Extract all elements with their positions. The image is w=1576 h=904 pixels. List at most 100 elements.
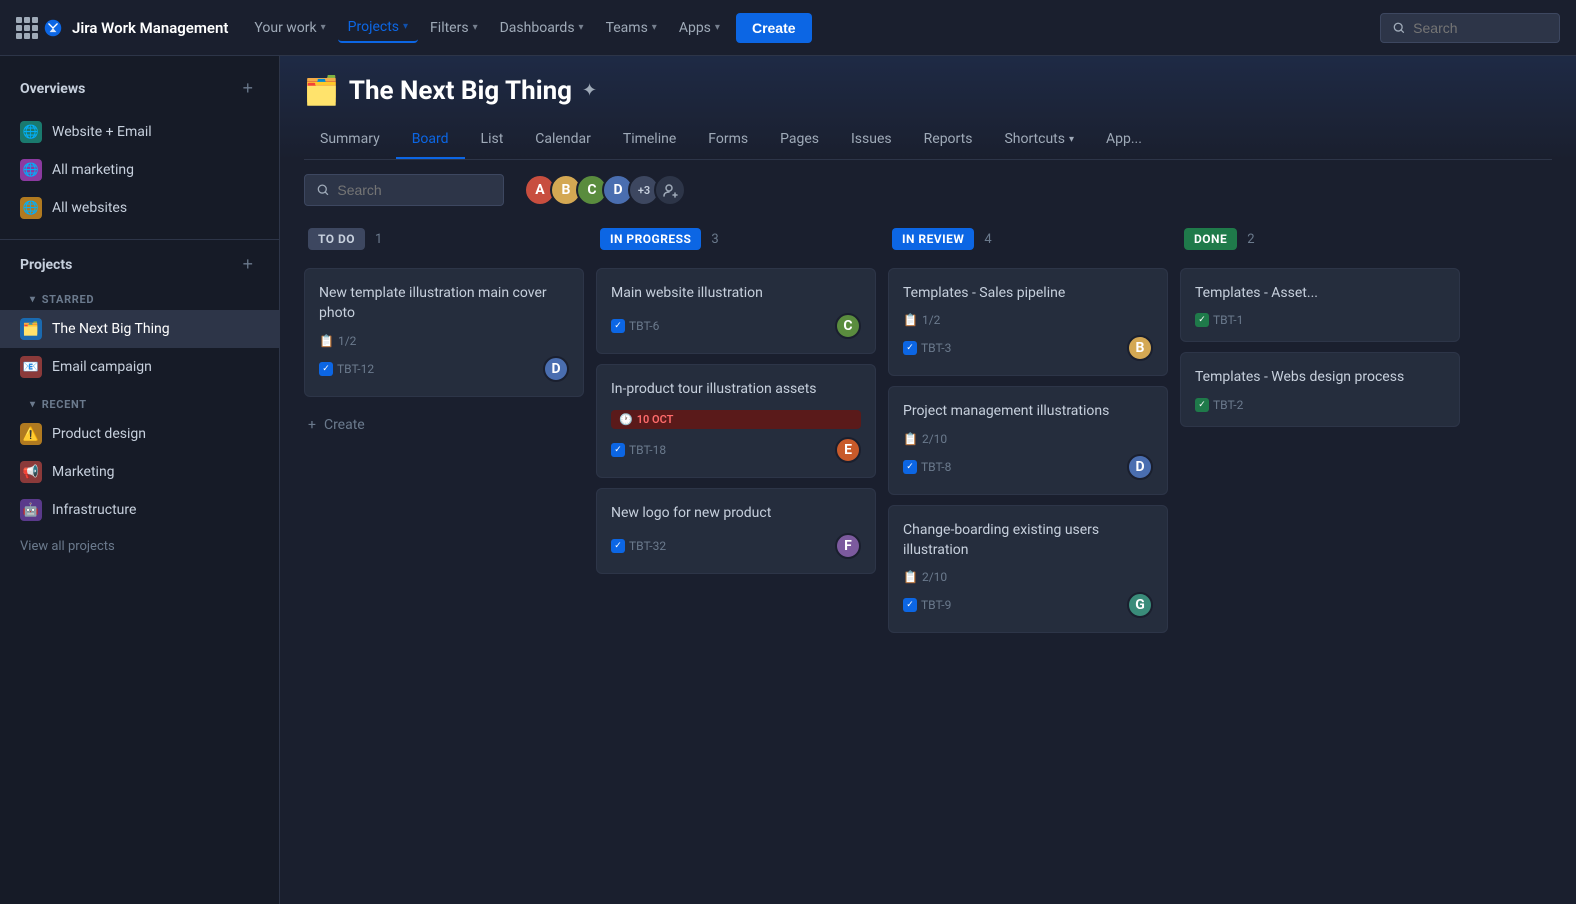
check-icon: ✓ [903,341,917,355]
card-meta: ✓ TBT-32 F [611,533,861,559]
app-logo[interactable]: Jira Work Management [42,17,228,39]
star-icon[interactable]: ✦ [582,80,597,101]
sidebar-item-infrastructure[interactable]: 🤖 Infrastructure [0,491,279,529]
card-id: ✓ TBT-1 [1195,313,1243,327]
card-tbt12[interactable]: New template illustration main cover pho… [304,268,584,397]
add-member-button[interactable] [654,174,686,206]
tab-summary[interactable]: Summary [304,121,396,159]
card-tbt6[interactable]: Main website illustration ✓ TBT-6 C [596,268,876,354]
sidebar-item-website-email[interactable]: 🌐 Website + Email [0,113,279,151]
tab-forms[interactable]: Forms [692,121,764,159]
nav-projects[interactable]: Projects ▾ [338,13,418,43]
card-avatar: G [1127,592,1153,618]
board-search[interactable] [304,174,504,206]
card-tbt18[interactable]: In-product tour illustration assets 🕐 10… [596,364,876,477]
board: TO DO 1 New template illustration main c… [280,220,1576,904]
column-inprogress: IN PROGRESS 3 Main website illustration … [596,220,876,574]
chevron-down-icon: ▾ [30,294,36,305]
marketing-icon: 📢 [20,461,42,483]
tab-timeline[interactable]: Timeline [607,121,692,159]
grid-icon[interactable] [16,17,38,39]
sidebar-divider [0,239,279,240]
sidebar-item-all-marketing[interactable]: 🌐 All marketing [0,151,279,189]
card-tbt-sales[interactable]: Templates - Sales pipeline 📋 1/2 ✓ TBT-3… [888,268,1168,376]
card-meta: ✓ TBT-3 B [903,335,1153,361]
card-meta: ✓ TBT-1 [1195,313,1445,327]
doc-icon: 📋 [903,570,918,584]
card-meta: ✓ TBT-9 G [903,592,1153,618]
infrastructure-icon: 🤖 [20,499,42,521]
all-marketing-icon: 🌐 [20,159,42,181]
column-inreview-header: IN REVIEW 4 [888,220,1168,258]
sidebar-item-email-campaign[interactable]: 📧 Email campaign [0,348,279,386]
chevron-down-icon: ▾ [473,22,478,33]
card-id: ✓ TBT-6 [611,319,659,333]
sidebar-item-product-design[interactable]: ⚠️ Product design [0,415,279,453]
card-avatar: F [835,533,861,559]
card-avatar: C [835,313,861,339]
inprogress-badge: IN PROGRESS [600,228,701,250]
sidebar-item-next-big-thing[interactable]: 🗂️ The Next Big Thing [0,310,279,348]
add-overview-button[interactable]: + [236,76,259,101]
inreview-badge: IN REVIEW [892,228,974,250]
chevron-down-icon: ▾ [321,22,326,33]
board-search-input[interactable] [337,182,491,198]
card-meta: ✓ TBT-12 D [319,356,569,382]
create-button[interactable]: Create [736,13,812,43]
card-tbt32[interactable]: New logo for new product ✓ TBT-32 F [596,488,876,574]
global-search[interactable] [1380,13,1560,43]
card-id: ✓ TBT-8 [903,460,951,474]
check-icon: ✓ [1195,398,1209,412]
chevron-down-icon: ▾ [1069,134,1074,145]
card-tbt1-asset[interactable]: Templates - Asset... ✓ TBT-1 [1180,268,1460,342]
card-tbt8[interactable]: Project management illustrations 📋 2/10 … [888,386,1168,494]
card-meta: ✓ TBT-2 [1195,398,1445,412]
nav-your-work[interactable]: Your work ▾ [244,14,335,42]
column-done-header: DONE 2 [1180,220,1460,258]
topnav: Jira Work Management Your work ▾ Project… [0,0,1576,56]
tab-list[interactable]: List [465,121,520,159]
card-tbt2[interactable]: Templates - Webs design process ✓ TBT-2 [1180,352,1460,426]
inreview-count: 4 [984,232,991,247]
card-progress: 📋 1/2 [903,313,1153,327]
column-inprogress-header: IN PROGRESS 3 [596,220,876,258]
sidebar-item-all-websites[interactable]: 🌐 All websites [0,189,279,227]
search-input[interactable] [1413,20,1547,36]
doc-icon: 📋 [903,432,918,446]
card-meta: ✓ TBT-18 E [611,437,861,463]
sidebar: Overviews + 🌐 Website + Email 🌐 All mark… [0,56,280,904]
add-project-button[interactable]: + [236,252,259,277]
nav-dashboards[interactable]: Dashboards ▾ [490,14,594,42]
column-done: DONE 2 Templates - Asset... ✓ TBT-1 Te [1180,220,1460,427]
nav-teams[interactable]: Teams ▾ [596,14,667,42]
card-id: ✓ TBT-32 [611,539,666,553]
tab-pages[interactable]: Pages [764,121,835,159]
project-header: 🗂️ The Next Big Thing ✦ Summary Board Li… [280,56,1576,160]
starred-section: ▾ STARRED [0,289,279,310]
card-avatar: D [1127,454,1153,480]
check-icon: ✓ [611,539,625,553]
card-tbt9[interactable]: Change-boarding existing users illustrat… [888,505,1168,634]
tab-shortcuts[interactable]: Shortcuts ▾ [988,121,1090,159]
chevron-down-icon: ▾ [403,21,408,32]
project-tabs: Summary Board List Calendar Timeline For… [304,121,1552,160]
sidebar-item-marketing[interactable]: 📢 Marketing [0,453,279,491]
card-avatar: E [835,437,861,463]
tab-calendar[interactable]: Calendar [519,121,607,159]
projects-header: Projects + [0,252,279,289]
chevron-down-icon: ▾ [579,22,584,33]
nav-filters[interactable]: Filters ▾ [420,14,488,42]
card-progress: 📋 2/10 [903,570,1153,584]
tab-board[interactable]: Board [396,121,465,159]
done-badge: DONE [1184,228,1237,250]
nav-apps[interactable]: Apps ▾ [669,14,730,42]
tab-issues[interactable]: Issues [835,121,908,159]
project-title-row: 🗂️ The Next Big Thing ✦ [304,74,1552,107]
check-icon: ✓ [611,443,625,457]
tab-apps[interactable]: App... [1090,121,1158,159]
create-card-todo[interactable]: + Create [304,407,584,443]
view-all-projects[interactable]: View all projects [0,529,279,564]
card-id: ✓ TBT-12 [319,362,374,376]
topnav-items: Your work ▾ Projects ▾ Filters ▾ Dashboa… [244,13,811,43]
tab-reports[interactable]: Reports [908,121,989,159]
